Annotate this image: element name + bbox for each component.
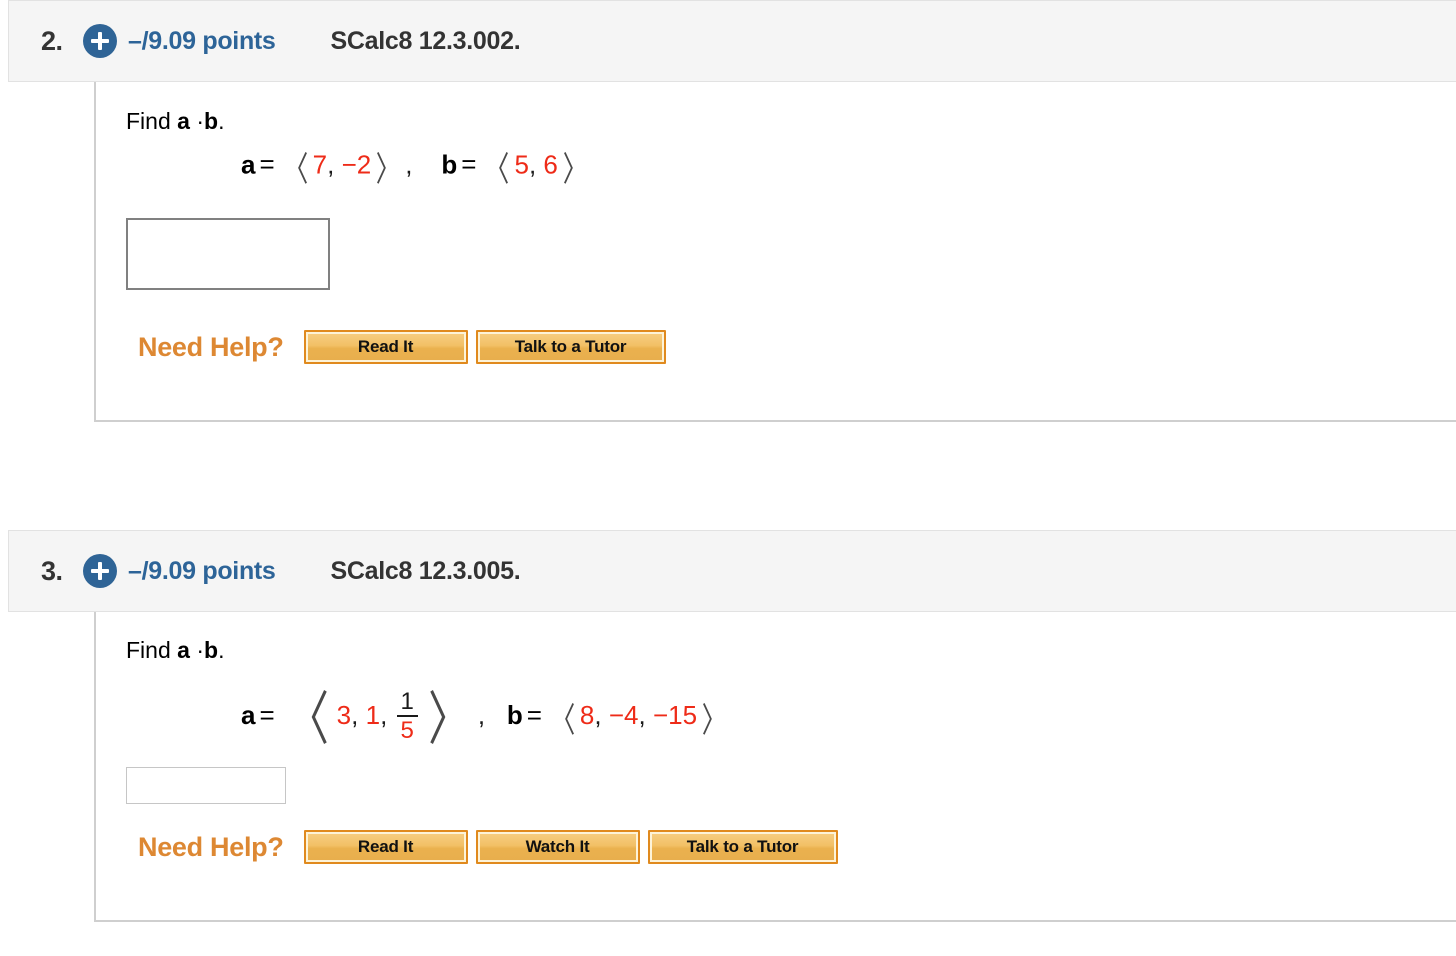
question-points: –/9.09 points — [128, 556, 276, 585]
question-number: 2. — [41, 25, 63, 56]
prompt-find: Find — [126, 108, 171, 134]
watch-it-button[interactable]: Watch It — [475, 830, 640, 864]
question-points: –/9.09 points — [128, 26, 276, 55]
math-a-comp-1: 1 — [365, 700, 381, 731]
prompt-vector-b: b — [204, 108, 219, 134]
question-header-3: 3. –/9.09 points SCalc8 12.3.005. — [8, 530, 1456, 612]
math-a-trailing-comma: , — [405, 149, 413, 180]
question-body-2: Find a ·b. a = 〈 7, −2 〉, b = 〈 5, 6 〉 Need Help… — [94, 82, 1456, 422]
math-a-comp-0: 7 — [312, 149, 328, 180]
math-b-comp-0: 5 — [514, 149, 529, 180]
math-a-fraction: 15 — [396, 689, 418, 745]
math-b-comp-2: −15 — [652, 700, 698, 731]
plus-circle-icon[interactable] — [83, 24, 117, 58]
prompt-find: Find — [126, 637, 171, 663]
math-b-comp-1: 6 — [543, 149, 558, 180]
angle-bracket-close-icon: 〉 — [376, 150, 401, 190]
read-it-button[interactable]: Read It — [303, 330, 468, 364]
angle-bracket-close-icon: 〉 — [701, 700, 727, 741]
question-code: SCalc8 12.3.002. — [330, 26, 521, 55]
math-a-sep-1: , — [380, 700, 388, 731]
vector-definitions: a = 〈 7, −2 〉, b = 〈 5, 6 〉 — [241, 142, 592, 191]
question-prompt: Find a ·b. — [126, 637, 224, 664]
math-b-sep-0: , — [594, 700, 602, 731]
fraction-numerator: 1 — [396, 689, 418, 718]
math-a-trailing-comma: , — [477, 700, 486, 731]
math-b-comp-1: −4 — [608, 700, 639, 731]
question-header-2: 2. –/9.09 points SCalc8 12.3.002. — [8, 0, 1456, 82]
math-b-equals: = — [461, 149, 477, 180]
need-help-row: Need Help? Read It Watch It Talk to a Tu… — [138, 830, 846, 864]
math-a-equals: = — [259, 700, 275, 731]
vector-definitions: a = 〈 3, 1, 1 5 〉, b = 〈 8, −4, −15 〉 — [241, 685, 727, 754]
math-a-comp-0: 3 — [336, 700, 352, 731]
angle-bracket-open-icon: 〈 — [283, 150, 308, 190]
math-b-label: b — [441, 149, 458, 180]
prompt-period: . — [218, 637, 225, 663]
need-help-label: Need Help? — [138, 831, 284, 862]
math-a-comp-1: −2 — [341, 149, 372, 180]
angle-bracket-open-icon: 〈 — [550, 700, 576, 741]
math-b-sep-1: , — [638, 700, 646, 731]
prompt-dot-operator: · — [196, 108, 204, 134]
prompt-vector-b: b — [204, 637, 219, 663]
read-it-button[interactable]: Read It — [303, 830, 468, 864]
answer-input[interactable] — [126, 767, 286, 804]
math-b-comp-0: 8 — [579, 700, 595, 731]
question-code: SCalc8 12.3.005. — [330, 556, 521, 585]
prompt-vector-a: a — [177, 108, 190, 134]
need-help-row: Need Help? Read It Talk to a Tutor — [138, 330, 674, 364]
question-prompt: Find a ·b. — [126, 108, 224, 135]
math-b-label: b — [506, 700, 523, 731]
math-a-label: a — [241, 149, 256, 180]
prompt-vector-a: a — [177, 637, 190, 663]
math-b-sep-0: , — [528, 149, 537, 180]
angle-bracket-open-icon: 〈 — [485, 150, 510, 190]
math-a-sep-0: , — [327, 149, 335, 180]
prompt-dot-operator: · — [196, 637, 204, 663]
question-number: 3. — [41, 555, 63, 586]
math-a-sep-0: , — [351, 700, 359, 731]
prompt-period: . — [218, 108, 225, 134]
need-help-label: Need Help? — [138, 331, 284, 362]
math-a-equals: = — [259, 149, 275, 180]
angle-bracket-close-icon: 〉 — [562, 150, 588, 190]
talk-to-a-tutor-button[interactable]: Talk to a Tutor — [647, 830, 838, 864]
talk-to-a-tutor-button[interactable]: Talk to a Tutor — [475, 330, 666, 364]
math-b-equals: = — [526, 700, 542, 731]
question-body-3: Find a ·b. a = 〈 3, 1, 1 5 〉, b = 〈 8, −4, −15 〉 … — [94, 612, 1456, 922]
math-a-label: a — [241, 700, 256, 731]
fraction-denominator: 5 — [400, 717, 414, 745]
plus-circle-icon[interactable] — [83, 554, 117, 588]
answer-input[interactable] — [126, 218, 330, 290]
